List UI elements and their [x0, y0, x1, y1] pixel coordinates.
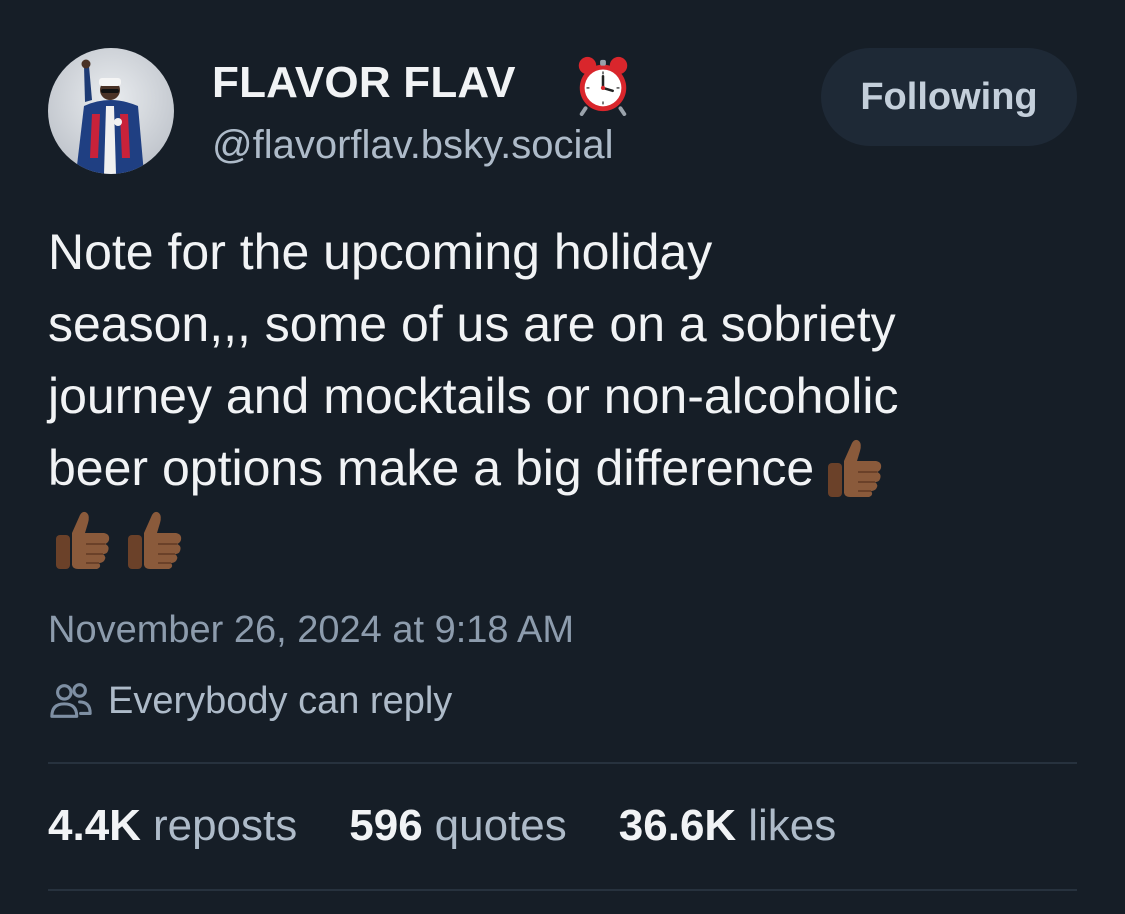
divider — [48, 762, 1077, 764]
reposts-label: reposts — [152, 801, 298, 850]
quotes-stat[interactable]: 596 quotes — [349, 798, 567, 854]
likes-stat[interactable]: 36.6K likes — [619, 798, 836, 854]
post-text-line: beer options make a big difference — [48, 440, 815, 496]
avatar-photo — [48, 48, 174, 174]
reply-setting-label: Everybody can reply — [108, 679, 453, 722]
reply-setting[interactable]: Everybody can reply — [48, 676, 452, 726]
thumbs-up-icon — [128, 511, 182, 569]
post-emoji-line — [48, 504, 1088, 576]
post-timestamp[interactable]: November 26, 2024 at 9:18 AM — [48, 607, 574, 653]
post-text: Note for the upcoming holiday season,,, … — [48, 216, 1088, 576]
post-stats: 4.4K reposts 596 quotes 36.6K likes — [48, 798, 888, 854]
likes-label: likes — [748, 801, 837, 850]
thumbs-up-icon — [56, 511, 110, 569]
author-handle[interactable]: @flavorflav.bsky.social — [212, 120, 613, 170]
likes-count: 36.6K — [618, 801, 737, 850]
post-text-line: Note for the upcoming holiday — [48, 224, 713, 280]
post-view: FLAVOR FLAV @flavorflav.bsky.social Foll… — [0, 0, 1125, 914]
author-display-name[interactable]: FLAVOR FLAV — [212, 56, 516, 110]
quotes-count: 596 — [349, 801, 423, 850]
thumbs-up-icon — [828, 439, 882, 497]
avatar[interactable] — [48, 48, 174, 174]
post-text-line: season,,, some of us are on a sobriety — [48, 296, 896, 352]
following-button[interactable]: Following — [821, 48, 1077, 146]
alarm-clock-icon — [578, 56, 628, 116]
post-text-line: journey and mocktails or non-alcoholic — [48, 368, 899, 424]
quotes-label: quotes — [434, 801, 567, 850]
post-text-line-with-emoji: beer options make a big difference — [48, 432, 1088, 504]
reposts-count: 4.4K — [48, 801, 141, 850]
reposts-stat[interactable]: 4.4K reposts — [48, 798, 297, 854]
people-icon — [50, 683, 92, 718]
divider — [48, 889, 1077, 891]
